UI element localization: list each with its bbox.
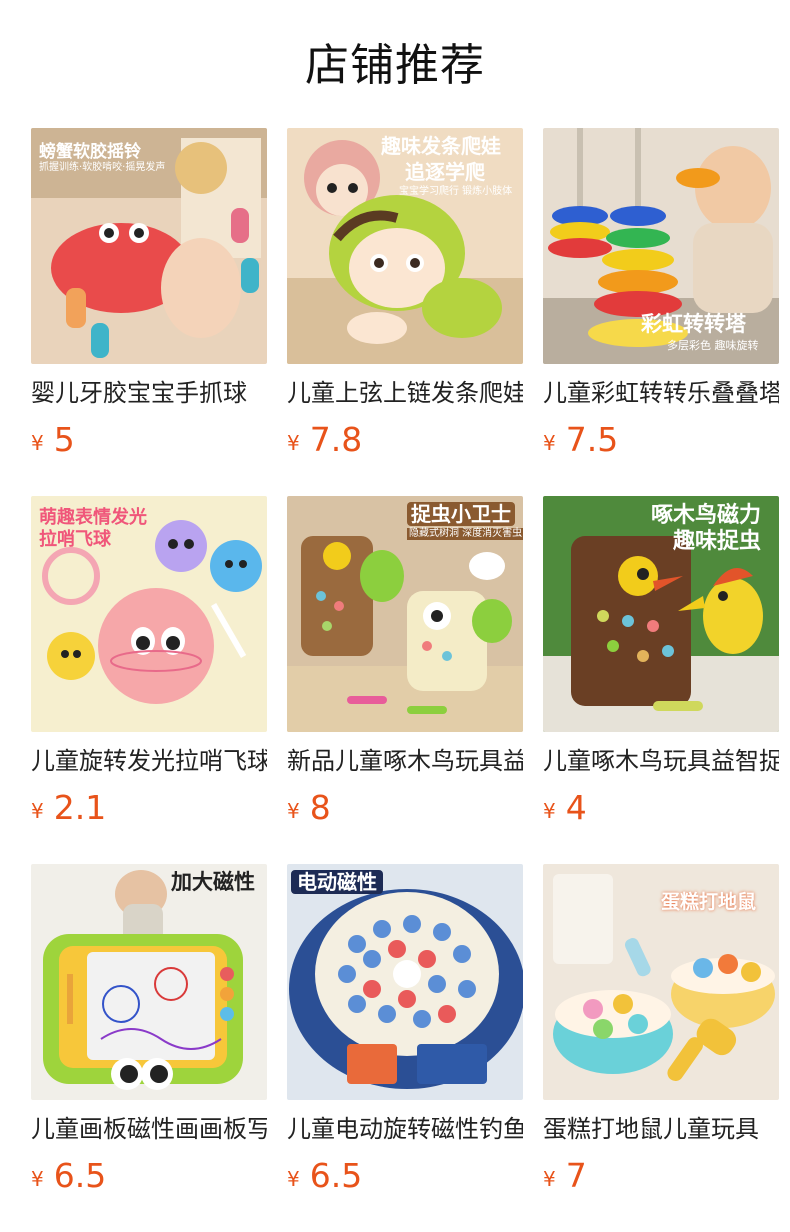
product-card[interactable]: 加大磁性 儿童画板磁性画画板写字 ¥6.5 [31,864,267,1232]
image-tag-text: 啄木鸟磁力 [651,503,762,528]
price-value: 4 [565,788,587,827]
currency-symbol: ¥ [31,799,44,823]
product-price: ¥7.8 [287,418,523,462]
product-price: ¥7 [543,1154,779,1198]
image-subtext: 宝宝学习爬行 锻炼小肢体 [399,186,513,197]
drawing-board-icon [31,864,267,1100]
image-tag-text-2: 拉哨飞球 [39,529,111,550]
image-subtext: 隐藏式树洞 深度消灭害虫 [407,528,523,540]
currency-symbol: ¥ [287,431,300,455]
product-price: ¥5 [31,418,267,462]
image-tag-text: 电动磁性 [291,870,383,894]
product-image[interactable]: 捉虫小卫士 隐藏式树洞 深度消灭害虫 [287,496,523,732]
store-recommendation-page: 店铺推荐 螃蟹软胶摇铃 抓握训练·软胶啃咬·摇晃发声 婴儿牙胶宝宝手抓球 ¥ 5… [0,0,790,1232]
currency-symbol: ¥ [287,1167,300,1191]
product-name[interactable]: 婴儿牙胶宝宝手抓球 [31,376,267,410]
product-price: ¥7.5 [543,418,779,462]
product-price: ¥4 [543,786,779,830]
image-tag-text: 萌趣表情发光 [39,507,147,528]
product-name[interactable]: 儿童电动旋转磁性钓鱼 [287,1112,523,1146]
image-tag-text: 加大磁性 [171,870,255,894]
price-value: 8 [309,788,331,827]
product-image[interactable]: 彩虹转转塔 多层彩色 趣味旋转 [543,128,779,364]
price-value: 2.1 [53,788,107,827]
product-card[interactable]: 电动磁性 儿童电动旋转磁性钓鱼 ¥6.5 [287,864,523,1232]
product-price: ¥8 [287,786,523,830]
price-value: 5 [53,420,75,459]
price-value: 7.8 [309,420,363,459]
image-subtext: 多层彩色 趣味旋转 [667,339,759,352]
product-name[interactable]: 儿童彩虹转转乐叠叠塔 [543,376,779,410]
image-tag-text-2: 趣味捉虫 [673,529,762,554]
product-image[interactable]: 电动磁性 [287,864,523,1100]
currency-symbol: ¥ [543,1167,556,1191]
product-image[interactable]: 趣味发条爬娃 追逐学爬 宝宝学习爬行 锻炼小肢体 [287,128,523,364]
price-value: 6.5 [53,1156,107,1195]
price-value: 7.5 [565,420,619,459]
product-price: ¥6.5 [287,1154,523,1198]
product-card[interactable]: 萌趣表情发光 拉哨飞球 儿童旋转发光拉哨飞球 ¥2.1 [31,496,267,864]
product-image[interactable]: 加大磁性 [31,864,267,1100]
product-card[interactable]: 螃蟹软胶摇铃 抓握训练·软胶啃咬·摇晃发声 婴儿牙胶宝宝手抓球 ¥5 [31,128,267,496]
image-tag-text: 趣味发条爬娃 [381,134,501,158]
currency-symbol: ¥ [543,799,556,823]
product-card[interactable]: 蛋糕打地鼠 蛋糕打地鼠儿童玩具 ¥7 [543,864,779,1232]
image-tag-text: 蛋糕打地鼠 [661,891,757,913]
page-title: 店铺推荐 [305,40,485,91]
product-card[interactable]: 捉虫小卫士 隐藏式树洞 深度消灭害虫 新品儿童啄木鸟玩具益智 ¥8 [287,496,523,864]
product-card[interactable]: 啄木鸟磁力 趣味捉虫 儿童啄木鸟玩具益智捉虫 ¥4 [543,496,779,864]
price-value: 6.5 [309,1156,363,1195]
product-card[interactable]: 彩虹转转塔 多层彩色 趣味旋转 儿童彩虹转转乐叠叠塔 ¥7.5 [543,128,779,496]
product-name[interactable]: 儿童啄木鸟玩具益智捉虫 [543,744,779,778]
price-value: 7 [565,1156,587,1195]
currency-symbol: ¥ [543,431,556,455]
product-card[interactable]: 趣味发条爬娃 追逐学爬 宝宝学习爬行 锻炼小肢体 儿童上弦上链发条爬娃 ¥7.8 [287,128,523,496]
image-subtext: 抓握训练·软胶啃咬·摇晃发声 [39,162,166,173]
fishing-game-icon [287,864,523,1100]
product-name[interactable]: 儿童上弦上链发条爬娃 [287,376,523,410]
product-price: ¥6.5 [31,1154,267,1198]
product-price: ¥2.1 [31,786,267,830]
product-name[interactable]: 蛋糕打地鼠儿童玩具 [543,1112,779,1146]
image-tag-text: 彩虹转转塔 [641,312,746,336]
currency-symbol: ¥ [287,799,300,823]
product-image[interactable]: 螃蟹软胶摇铃 抓握训练·软胶啃咬·摇晃发声 [31,128,267,364]
currency-symbol: ¥ [31,431,44,455]
product-image[interactable]: 啄木鸟磁力 趣味捉虫 [543,496,779,732]
currency-symbol: ¥ [31,1167,44,1191]
product-name[interactable]: 儿童画板磁性画画板写字 [31,1112,267,1146]
product-grid: 螃蟹软胶摇铃 抓握训练·软胶啃咬·摇晃发声 婴儿牙胶宝宝手抓球 ¥5 趣味发条爬… [31,128,779,1232]
image-tag-text-2: 追逐学爬 [405,160,485,184]
product-name[interactable]: 儿童旋转发光拉哨飞球 [31,744,267,778]
product-name[interactable]: 新品儿童啄木鸟玩具益智 [287,744,523,778]
image-tag-text: 螃蟹软胶摇铃 [39,142,141,162]
product-image[interactable]: 萌趣表情发光 拉哨飞球 [31,496,267,732]
image-tag-text: 捉虫小卫士 [407,502,515,526]
product-image[interactable]: 蛋糕打地鼠 [543,864,779,1100]
